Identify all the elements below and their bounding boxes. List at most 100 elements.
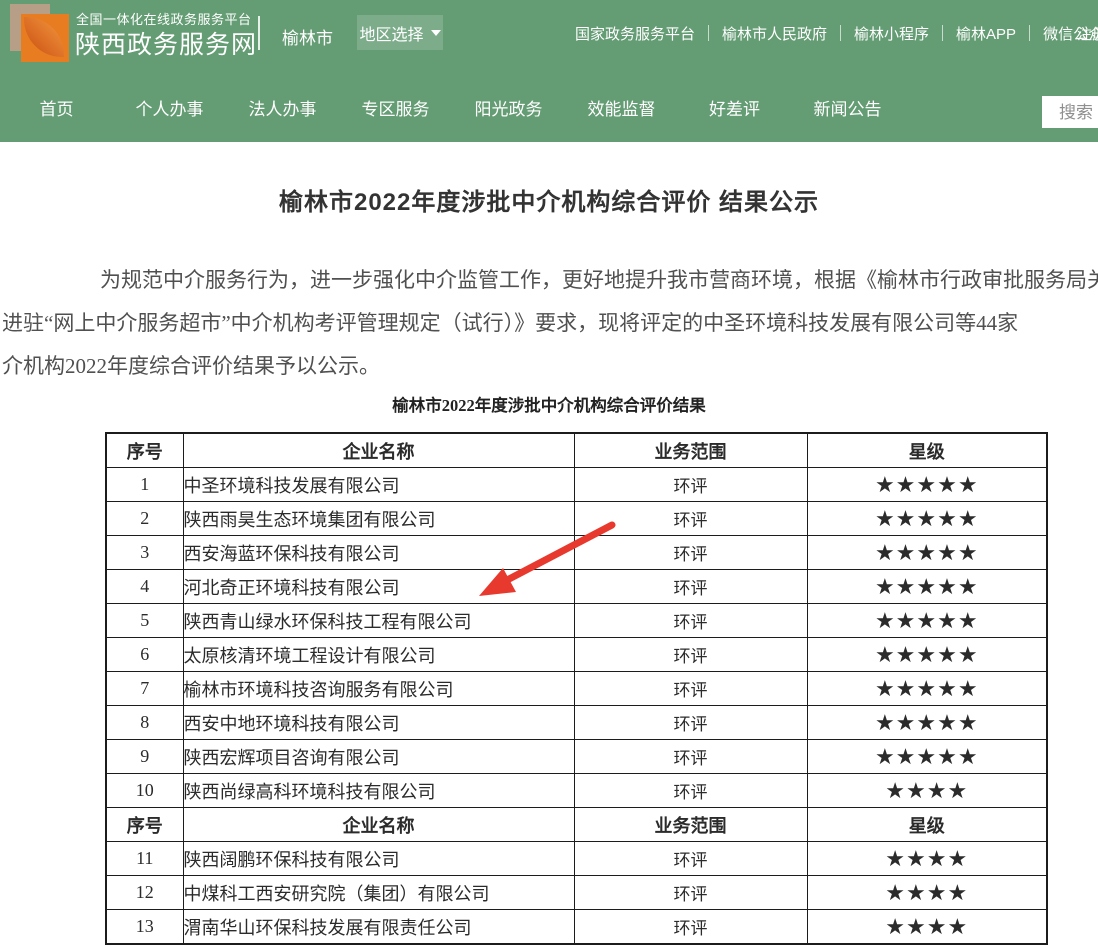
cell-star-rating: ★★★★ [807, 910, 1047, 945]
table-row: 12中煤科工西安研究院（集团）有限公司环评★★★★ [106, 876, 1047, 910]
nav-item-6[interactable]: 效能监督 [565, 90, 678, 130]
cell-star-rating: ★★★★★ [807, 468, 1047, 502]
cell-index: 3 [106, 536, 183, 570]
nav-item-8[interactable]: 新闻公告 [791, 90, 904, 130]
table-row: 5陕西青山绿水环保科技工程有限公司环评★★★★★ [106, 604, 1047, 638]
cell-index: 13 [106, 910, 183, 945]
cell-star-rating: ★★★★★ [807, 570, 1047, 604]
cell-business-scope: 环评 [574, 638, 807, 672]
cell-star-rating: ★★★★★ [807, 604, 1047, 638]
leaf-icon [24, 17, 64, 57]
evaluation-table: 序号企业名称业务范围星级1中圣环境科技发展有限公司环评★★★★★2陕西雨昊生态环… [105, 432, 1048, 945]
cell-company-name: 陕西阔鹏环保科技有限公司 [183, 842, 574, 876]
cell-business-scope: 环评 [574, 536, 807, 570]
cell-company-name: 陕西青山绿水环保科技工程有限公司 [183, 604, 574, 638]
cell-business-scope: 环评 [574, 468, 807, 502]
cell-index: 1 [106, 468, 183, 502]
cell-business-scope: 环评 [574, 910, 807, 945]
caret-down-icon [431, 30, 441, 36]
column-header: 星级 [807, 808, 1047, 842]
cell-company-name: 陕西雨昊生态环境集团有限公司 [183, 502, 574, 536]
site-header: 全国一体化在线政务服务平台 陕西政务服务网 榆林市 地区选择 国家政务服务平台榆… [0, 0, 1098, 142]
cell-company-name: 陕西宏辉项目咨询有限公司 [183, 740, 574, 774]
announcement-paragraph: 为规范中介服务行为，进一步强化中介监管工作，更好地提升我市营商环境，根据《榆林市… [0, 259, 1098, 388]
column-header: 企业名称 [183, 808, 574, 842]
table-row: 2陕西雨昊生态环境集团有限公司环评★★★★★ [106, 502, 1047, 536]
register-link[interactable]: 注册 [1077, 23, 1098, 44]
table-row: 1中圣环境科技发展有限公司环评★★★★★ [106, 468, 1047, 502]
nav-item-2[interactable]: 个人办事 [113, 90, 226, 130]
cell-company-name: 西安海蓝环保科技有限公司 [183, 536, 574, 570]
cell-index: 5 [106, 604, 183, 638]
table-header-row: 序号企业名称业务范围星级 [106, 433, 1047, 468]
table-row: 6太原核清环境工程设计有限公司环评★★★★★ [106, 638, 1047, 672]
column-header: 序号 [106, 808, 183, 842]
top-link-2[interactable]: 榆林市人民政府 [722, 23, 827, 44]
cell-star-rating: ★★★★★ [807, 638, 1047, 672]
current-city-label: 榆林市 [282, 24, 333, 49]
cell-business-scope: 环评 [574, 672, 807, 706]
table-row: 13渭南华山环保科技发展有限责任公司环评★★★★ [106, 910, 1047, 945]
search-input[interactable] [1057, 97, 1098, 129]
top-link-3[interactable]: 榆林小程序 [854, 23, 929, 44]
search-box [1042, 96, 1098, 128]
cell-index: 4 [106, 570, 183, 604]
cell-index: 7 [106, 672, 183, 706]
cell-company-name: 河北奇正环境科技有限公司 [183, 570, 574, 604]
nav-item-7[interactable]: 好差评 [678, 90, 791, 130]
cell-business-scope: 环评 [574, 502, 807, 536]
cell-index: 10 [106, 774, 183, 808]
cell-star-rating: ★★★★★ [807, 536, 1047, 570]
table-caption: 榆林市2022年度涉批中介机构综合评价结果 [0, 392, 1098, 416]
table-row: 8西安中地环境科技有限公司环评★★★★★ [106, 706, 1047, 740]
table-row: 9陕西宏辉项目咨询有限公司环评★★★★★ [106, 740, 1047, 774]
cell-index: 8 [106, 706, 183, 740]
cell-company-name: 中煤科工西安研究院（集团）有限公司 [183, 876, 574, 910]
site-name: 陕西政务服务网 [75, 25, 257, 61]
region-selector-label: 地区选择 [359, 21, 423, 45]
paragraph-line: 为规范中介服务行为，进一步强化中介监管工作，更好地提升我市营商环境，根据《榆林市… [0, 259, 1098, 302]
logo-front-square [21, 14, 69, 62]
cell-star-rating: ★★★★ [807, 842, 1047, 876]
column-header: 业务范围 [574, 433, 807, 468]
cell-star-rating: ★★★★ [807, 876, 1047, 910]
cell-company-name: 陕西尚绿高科环境科技有限公司 [183, 774, 574, 808]
table-row: 7榆林市环境科技咨询服务有限公司环评★★★★★ [106, 672, 1047, 706]
cell-business-scope: 环评 [574, 706, 807, 740]
cell-business-scope: 环评 [574, 876, 807, 910]
nav-item-1[interactable]: 首页 [0, 90, 113, 130]
link-separator [840, 25, 841, 41]
cell-index: 12 [106, 876, 183, 910]
table-row: 3西安海蓝环保科技有限公司环评★★★★★ [106, 536, 1047, 570]
divider [258, 16, 260, 50]
column-header: 序号 [106, 433, 183, 468]
nav-item-3[interactable]: 法人办事 [226, 90, 339, 130]
cell-star-rating: ★★★★★ [807, 740, 1047, 774]
column-header: 星级 [807, 433, 1047, 468]
nav-item-4[interactable]: 专区服务 [339, 90, 452, 130]
cell-index: 2 [106, 502, 183, 536]
nav-item-5[interactable]: 阳光政务 [452, 90, 565, 130]
cell-company-name: 中圣环境科技发展有限公司 [183, 468, 574, 502]
column-header: 企业名称 [183, 433, 574, 468]
top-link-1[interactable]: 国家政务服务平台 [575, 23, 695, 44]
cell-index: 6 [106, 638, 183, 672]
cell-business-scope: 环评 [574, 774, 807, 808]
link-separator [708, 25, 709, 41]
cell-company-name: 榆林市环境科技咨询服务有限公司 [183, 672, 574, 706]
region-selector-button[interactable]: 地区选择 [357, 15, 443, 50]
table-row: 10陕西尚绿高科环境科技有限公司环评★★★★ [106, 774, 1047, 808]
cell-company-name: 渭南华山环保科技发展有限责任公司 [183, 910, 574, 945]
top-link-4[interactable]: 榆林APP [956, 23, 1016, 44]
table-header-row: 序号企业名称业务范围星级 [106, 808, 1047, 842]
cell-business-scope: 环评 [574, 604, 807, 638]
site-logo-icon [10, 4, 70, 64]
page-title: 榆林市2022年度涉批中介机构综合评价 结果公示 [0, 182, 1098, 217]
cell-star-rating: ★★★★★ [807, 672, 1047, 706]
cell-star-rating: ★★★★ [807, 774, 1047, 808]
main-nav: 首页个人办事法人办事专区服务阳光政务效能监督好差评新闻公告 [0, 90, 904, 130]
cell-index: 9 [106, 740, 183, 774]
table-row: 11陕西阔鹏环保科技有限公司环评★★★★ [106, 842, 1047, 876]
link-separator [942, 25, 943, 41]
cell-business-scope: 环评 [574, 570, 807, 604]
